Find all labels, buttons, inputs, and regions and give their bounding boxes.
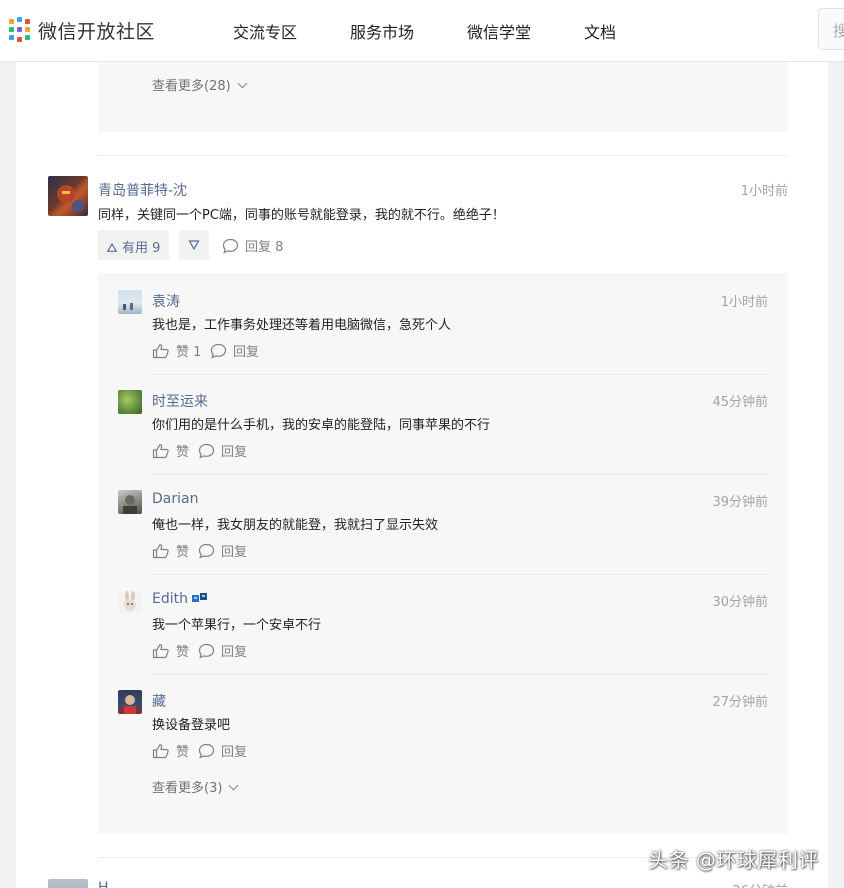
comment-icon [210,343,227,359]
badge-icon [191,593,207,602]
avatar[interactable] [118,590,142,614]
post-reply-button[interactable]: 回复 8 [222,236,283,255]
comment-icon [198,543,215,559]
reply-button[interactable]: 回复 [210,341,259,360]
thumbs-up-icon [152,743,169,758]
watermark: 头条 @环球犀利评 [648,848,819,872]
comment-icon [222,238,239,254]
divider [98,155,788,156]
avatar[interactable] [118,490,142,514]
upvote-icon [107,243,117,252]
reply-button[interactable]: 回复 [198,641,247,660]
thumbs-up-icon [152,343,169,358]
like-button[interactable]: 赞 [152,441,189,460]
divider [152,474,768,475]
comment-list: 查看更多(28) 青岛普菲特-沈 1小时前 同样，关键同一个PC端，同事的账号就… [16,62,828,888]
post-username[interactable]: 青岛普菲特-沈 [98,180,187,200]
post-content: 同样，关键同一个PC端，同事的账号就能登录，我的就不行。绝绝子！ [98,208,505,223]
search-input[interactable]: 搜 [818,8,844,50]
post-username[interactable]: H [98,880,109,888]
brand-title[interactable]: 微信开放社区 [38,17,155,44]
top-nav: 微信开放社区 交流专区 服务市场 微信学堂 文档 搜 [0,0,844,62]
thumbs-up-icon [152,543,169,558]
post-time: 26分钟前 [716,880,788,888]
downvote-icon [188,240,200,251]
reply-username[interactable]: Edith [152,591,209,607]
person-avatar-icon [124,695,136,714]
bunny-avatar-icon [124,591,136,611]
reply-button[interactable]: 回复 [198,541,247,560]
reply-time: 27分钟前 [712,695,768,710]
reply-time: 30分钟前 [712,595,768,610]
like-button[interactable]: 赞 [152,641,189,660]
divider [152,574,768,575]
wechat-open-community-logo[interactable] [8,16,34,44]
reply-content: 我一个苹果行，一个安卓不行 [152,618,322,633]
reply-content: 我也是，工作事务处理还等着用电脑微信，急死个人 [152,318,452,333]
person-avatar-icon [123,495,137,514]
reply-username[interactable]: 时至运来 [152,391,208,411]
reply-time: 1小时前 [720,295,768,310]
chevron-down-icon [228,780,239,791]
comment-icon [198,443,215,459]
reply-button[interactable]: 回复 [198,441,247,460]
like-button[interactable]: 赞 [152,541,189,560]
chevron-down-icon [237,78,248,89]
nav-service-market[interactable]: 服务市场 [350,19,414,43]
view-more-replies-link[interactable]: 查看更多(3) [152,777,239,796]
avatar[interactable] [48,176,88,216]
post-time: 1小时前 [740,184,788,199]
reply-content: 你们用的是什么手机，我的安卓的能登陆，同事苹果的不行 [152,418,491,433]
reply-button[interactable]: 回复 [198,741,247,760]
nav-docs[interactable]: 文档 [584,19,616,43]
reply-username[interactable]: Darian [152,491,198,507]
reply-time: 45分钟前 [712,395,768,410]
useful-button[interactable]: 有用 9 [98,230,170,260]
reply-content: 俺也一样，我女朋友的就能登，我就扫了显示失效 [152,518,439,533]
view-more-link[interactable]: 查看更多(28) [152,75,248,94]
beach-avatar-icon [123,303,133,310]
nav-wechat-academy[interactable]: 微信学堂 [467,19,531,43]
avatar[interactable] [118,690,142,714]
like-button[interactable]: 赞 1 [152,341,201,360]
divider [152,374,768,375]
reply-username[interactable]: 藏 [152,691,166,711]
reply-content: 换设备登录吧 [152,718,231,733]
avatar[interactable] [118,390,142,414]
reply-time: 39分钟前 [712,495,768,510]
divider [152,674,768,675]
avatar[interactable] [118,290,142,314]
avatar[interactable] [48,879,88,888]
downvote-button[interactable] [179,230,209,260]
thumbs-up-icon [152,443,169,458]
comment-icon [198,743,215,759]
prev-reply-panel: 查看更多(28) [98,62,788,132]
comment-icon [198,643,215,659]
like-button[interactable]: 赞 [152,741,189,760]
reply-username[interactable]: 袁涛 [152,291,180,311]
thumbs-up-icon [152,643,169,658]
nav-exchange-zone[interactable]: 交流专区 [233,19,297,43]
ironman-avatar-icon [57,185,84,212]
